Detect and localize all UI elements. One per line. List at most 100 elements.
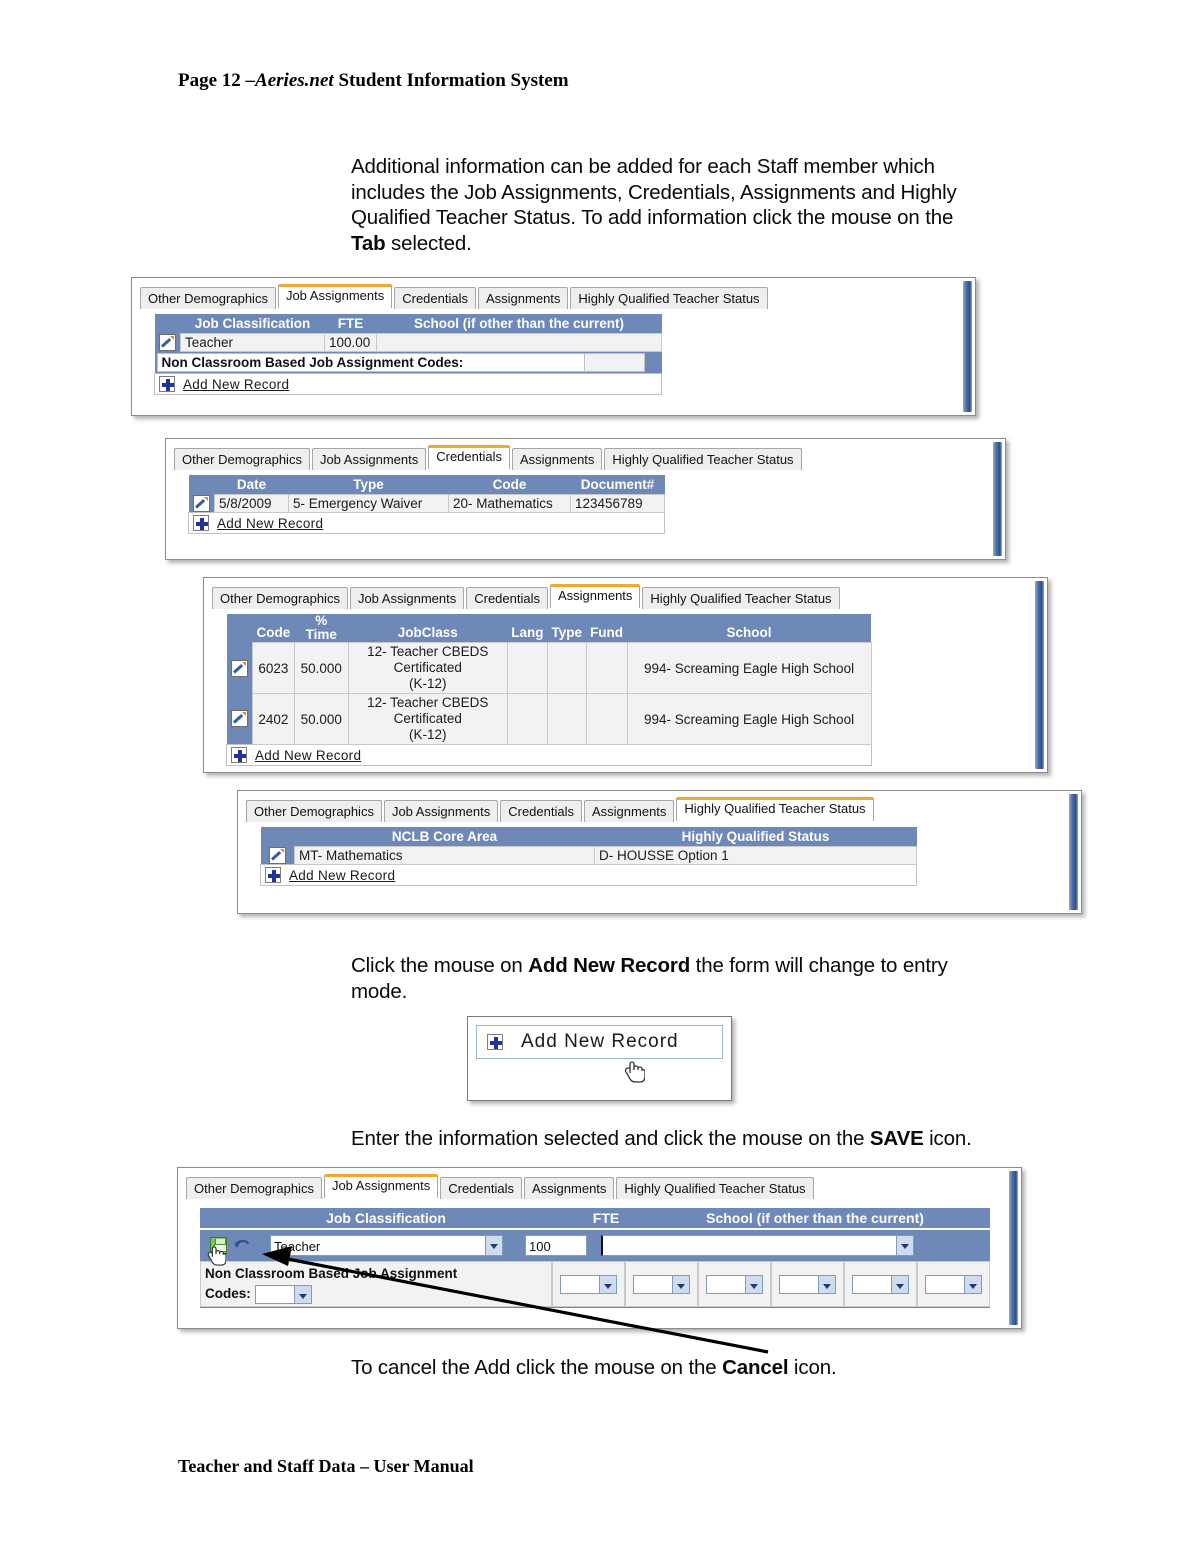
add-new-record-link[interactable]: Add New Record <box>283 868 395 883</box>
cell-school <box>376 333 662 352</box>
tab-job-assignments[interactable]: Job Assignments <box>323 1174 439 1198</box>
tab-highly-qualified-teacher-status[interactable]: Highly Qualified Teacher Status <box>676 797 874 821</box>
add-new-record-row[interactable]: Add New Record <box>260 864 917 886</box>
plus-add-icon[interactable] <box>487 1034 503 1050</box>
chevron-down-icon[interactable] <box>486 1234 503 1256</box>
plus-add-icon[interactable] <box>159 376 175 392</box>
add-new-record-cell[interactable]: Add New Record <box>260 864 917 886</box>
extra-code-value-6[interactable] <box>925 1274 965 1294</box>
tab-highly-qualified-teacher-status[interactable]: Highly Qualified Teacher Status <box>642 587 840 609</box>
tab-assignments[interactable]: Assignments <box>478 287 569 309</box>
chevron-down-icon[interactable] <box>819 1274 836 1294</box>
job-classification-select[interactable]: Teacher <box>270 1234 503 1256</box>
job-classification-value[interactable]: Teacher <box>270 1234 486 1256</box>
row-edit-cell[interactable] <box>226 642 253 694</box>
tab-highly-qualified-teacher-status[interactable]: Highly Qualified Teacher Status <box>570 287 768 309</box>
extra-code-value-1[interactable] <box>560 1274 600 1294</box>
tab-job-assignments[interactable]: Job Assignments <box>277 284 393 308</box>
extra-code-select-2[interactable] <box>633 1274 690 1294</box>
edit-pencil-icon[interactable] <box>230 659 248 677</box>
fte-input[interactable]: 100 <box>525 1234 587 1256</box>
plus-add-icon[interactable] <box>265 867 281 883</box>
chevron-down-icon[interactable] <box>892 1274 909 1294</box>
extra-code-value-3[interactable] <box>706 1274 746 1294</box>
cell-type: 5- Emergency Waiver <box>288 494 449 513</box>
cell-jobclass-line-2: (K-12) <box>408 727 447 742</box>
tab-other-demographics[interactable]: Other Demographics <box>140 287 276 309</box>
extra-code-value-4[interactable] <box>779 1274 819 1294</box>
page-footer: Teacher and Staff Data – User Manual <box>178 1456 474 1476</box>
add-new-record-row[interactable]: Add New Record <box>188 512 665 534</box>
tab-assignments[interactable]: Assignments <box>524 1177 615 1199</box>
tab-credentials[interactable]: Credentials <box>500 800 582 822</box>
extra-code-select-3[interactable] <box>706 1274 763 1294</box>
extra-code-value-5[interactable] <box>852 1274 892 1294</box>
save-floppy-icon[interactable] <box>210 1236 227 1254</box>
add-new-record-link[interactable]: Add New Record <box>211 516 323 531</box>
tab-assignments[interactable]: Assignments <box>512 448 603 470</box>
tab-other-demographics[interactable]: Other Demographics <box>174 448 310 470</box>
tab-other-demographics[interactable]: Other Demographics <box>186 1177 322 1199</box>
row-edit-cell[interactable] <box>226 693 253 745</box>
add-new-record-line-1: Click the mouse on Add New Record the fo… <box>351 953 1031 979</box>
school-value[interactable] <box>601 1234 897 1256</box>
edit-pencil-icon[interactable] <box>268 846 286 864</box>
plus-add-icon[interactable] <box>193 515 209 531</box>
tab-job-assignments[interactable]: Job Assignments <box>311 448 427 470</box>
add-new-record-link[interactable]: Add New Record <box>177 377 289 392</box>
add-new-record-cell[interactable]: Add New Record <box>154 373 662 395</box>
extra-code-select-4[interactable] <box>779 1274 836 1294</box>
tab-job-assignments[interactable]: Job Assignments <box>349 587 465 609</box>
tab-highly-qualified-teacher-status[interactable]: Highly Qualified Teacher Status <box>616 1177 814 1199</box>
tab-credentials[interactable]: Credentials <box>466 587 548 609</box>
extra-code-select-1[interactable] <box>560 1274 617 1294</box>
chevron-down-icon[interactable] <box>897 1234 914 1256</box>
non-classroom-codes-field[interactable] <box>584 353 645 372</box>
add-new-record-cell[interactable]: Add New Record <box>188 512 665 534</box>
chevron-down-icon[interactable] <box>294 1284 312 1304</box>
add-new-record-button[interactable]: Add New Record <box>476 1025 723 1059</box>
extra-code-value-2[interactable] <box>633 1274 673 1294</box>
plus-add-icon[interactable] <box>231 747 247 763</box>
extra-code-select-5[interactable] <box>852 1274 909 1294</box>
chevron-down-icon[interactable] <box>673 1274 690 1294</box>
extra-code-select-6[interactable] <box>925 1274 982 1294</box>
tab-assignments[interactable]: Assignments <box>550 584 641 608</box>
tab-other-demographics[interactable]: Other Demographics <box>246 800 382 822</box>
cell-jobclass-line-1: 12- Teacher CBEDS Certificated <box>367 695 489 726</box>
edit-pencil-icon[interactable] <box>192 494 210 512</box>
undo-cancel-icon[interactable] <box>233 1237 249 1253</box>
table-row: 2402 50.000 12- Teacher CBEDS Certificat… <box>226 693 872 745</box>
extra-code-cell <box>625 1261 698 1307</box>
add-new-record-row[interactable]: Add New Record <box>154 373 662 395</box>
tab-credentials[interactable]: Credentials <box>440 1177 522 1199</box>
code-value[interactable] <box>254 1284 295 1304</box>
school-select[interactable] <box>601 1234 914 1256</box>
row-edit-cell[interactable] <box>188 494 215 513</box>
panel-scrollbar[interactable] <box>1035 581 1044 769</box>
edit-pencil-icon[interactable] <box>158 334 176 351</box>
chevron-down-icon[interactable] <box>746 1274 763 1294</box>
edit-pencil-icon[interactable] <box>230 710 248 728</box>
row-edit-cell[interactable] <box>154 333 181 352</box>
add-new-record-cell[interactable]: Add New Record <box>226 744 872 766</box>
cancel-pre: To cancel the Add click the mouse on the <box>351 1356 723 1379</box>
screenshot-credentials: Other Demographics Job Assignments Crede… <box>165 438 1006 560</box>
intro-paragraph: Additional information can be added for … <box>351 154 1031 256</box>
header-school: School <box>627 614 872 643</box>
job-assignments-grid: Job Classification FTE School (if other … <box>154 314 662 395</box>
add-new-record-row[interactable]: Add New Record <box>226 744 872 766</box>
chevron-down-icon[interactable] <box>965 1274 982 1294</box>
tab-credentials[interactable]: Credentials <box>428 445 510 469</box>
row-edit-cell[interactable] <box>260 846 295 865</box>
tab-assignments[interactable]: Assignments <box>584 800 675 822</box>
tab-credentials[interactable]: Credentials <box>394 287 476 309</box>
chevron-down-icon[interactable] <box>600 1274 617 1294</box>
add-new-record-link[interactable]: Add New Record <box>249 748 361 763</box>
cell-code: 6023 <box>252 642 295 694</box>
intro-line-1: Additional information can be added for … <box>351 155 935 178</box>
tab-highly-qualified-teacher-status[interactable]: Highly Qualified Teacher Status <box>604 448 802 470</box>
tab-job-assignments[interactable]: Job Assignments <box>383 800 499 822</box>
tab-other-demographics[interactable]: Other Demographics <box>212 587 348 609</box>
code-select[interactable] <box>254 1284 312 1304</box>
